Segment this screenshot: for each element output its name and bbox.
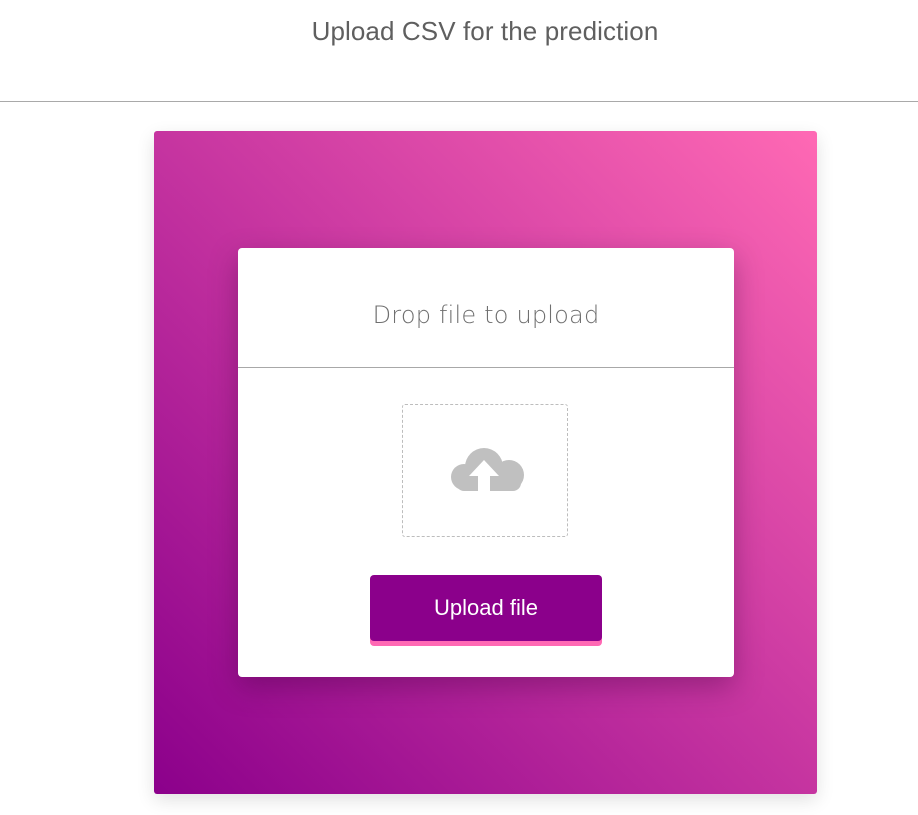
upload-panel: Drop file to upload Upload file — [154, 131, 817, 794]
cloud-upload-icon — [451, 448, 524, 493]
page: Upload CSV for the prediction Drop file … — [0, 0, 918, 815]
page-title: Upload CSV for the prediction — [311, 16, 659, 46]
drop-heading: Drop file to upload — [372, 301, 600, 329]
title-divider — [0, 101, 918, 102]
file-drop-zone[interactable] — [402, 404, 568, 537]
card-divider — [238, 367, 734, 368]
upload-file-button[interactable]: Upload file — [370, 575, 602, 641]
upload-card: Drop file to upload Upload file — [238, 248, 734, 677]
